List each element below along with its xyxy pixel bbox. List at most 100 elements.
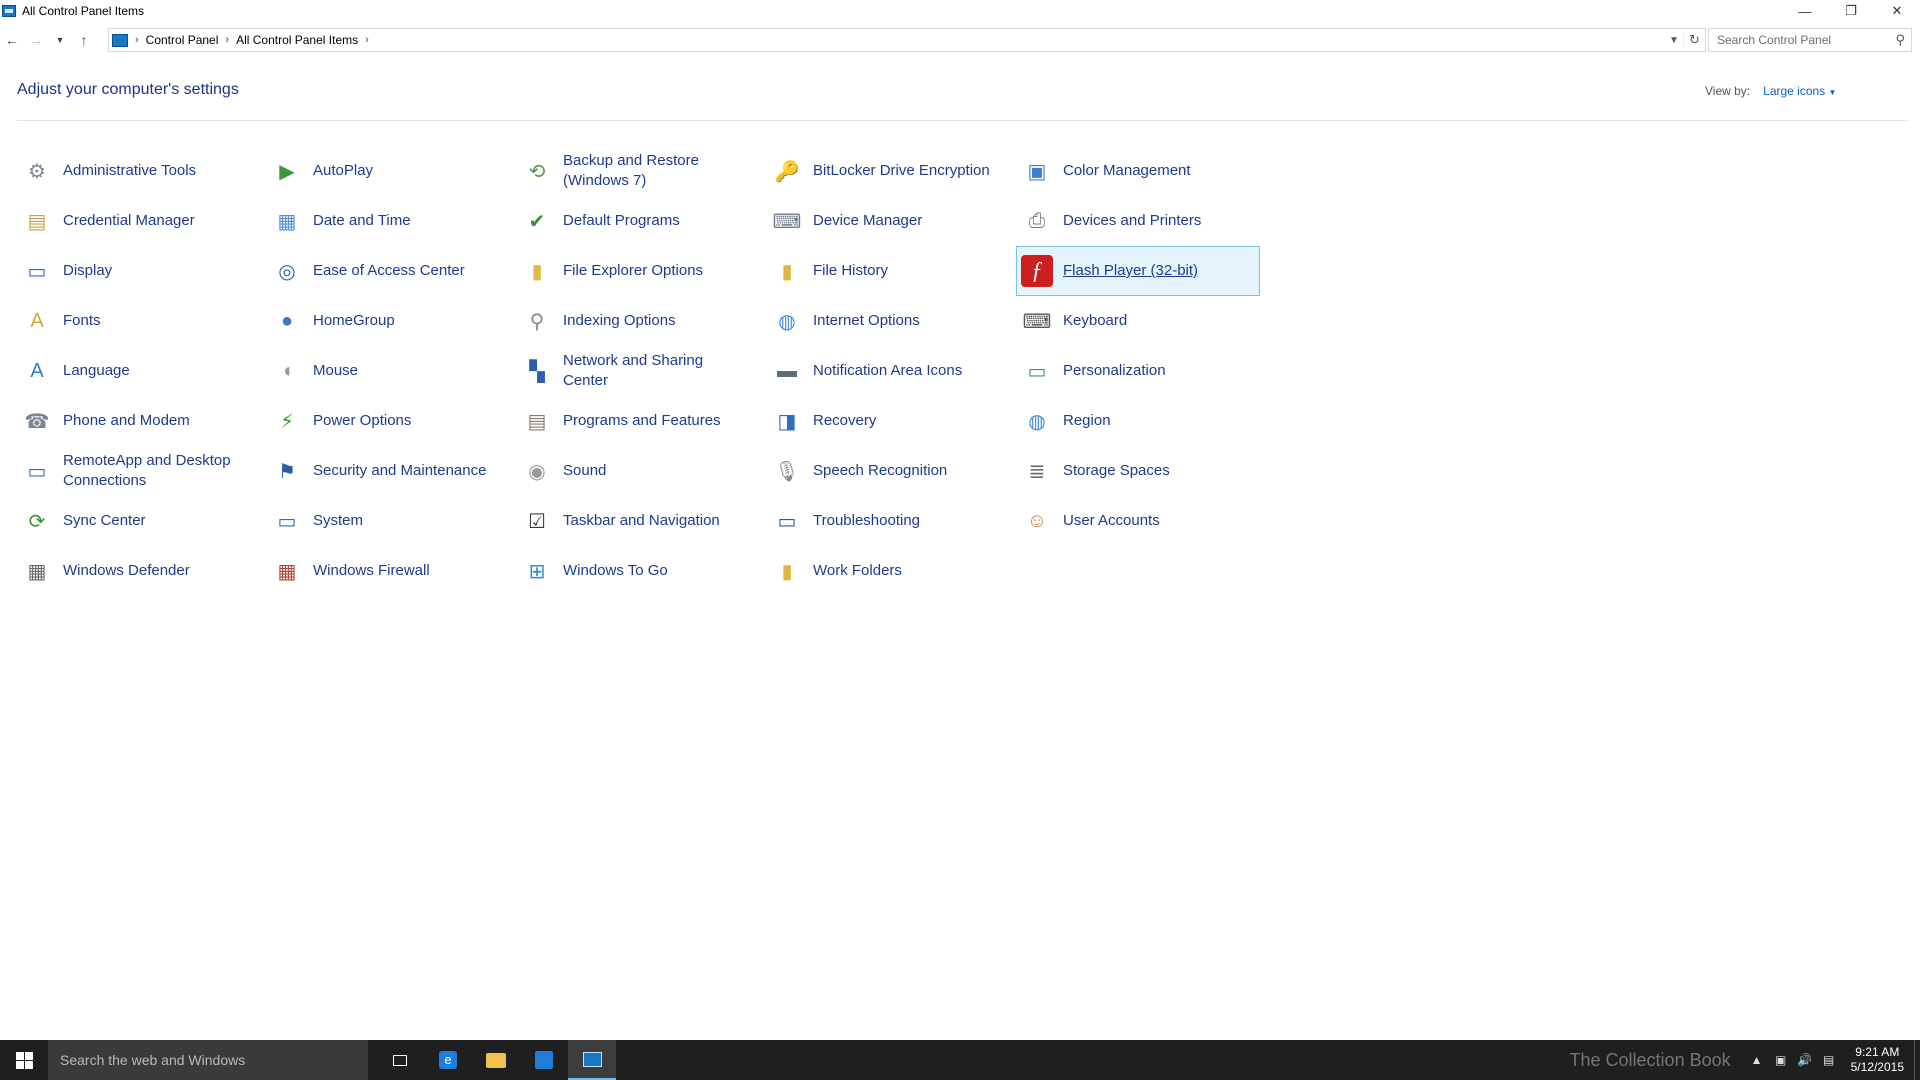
cp-item-windows-to-go[interactable]: ⊞ Windows To Go bbox=[516, 546, 760, 596]
cp-item-language[interactable]: A Language bbox=[16, 346, 260, 396]
cp-item-homegroup[interactable]: ● HomeGroup bbox=[266, 296, 510, 346]
breadcrumb-separator-icon[interactable]: › bbox=[135, 34, 139, 46]
cp-item-notification-area[interactable]: ▬ Notification Area Icons bbox=[766, 346, 1010, 396]
cp-item-autoplay[interactable]: ▶ AutoPlay bbox=[266, 146, 510, 196]
cp-item-default-programs[interactable]: ✔ Default Programs bbox=[516, 196, 760, 246]
minimize-button[interactable]: — bbox=[1782, 0, 1828, 22]
cp-item-label: Indexing Options bbox=[563, 312, 676, 329]
close-button[interactable]: ✕ bbox=[1874, 0, 1920, 22]
address-history-button[interactable]: ▼ bbox=[1665, 35, 1683, 46]
search-icon[interactable]: ⚲ bbox=[1895, 32, 1905, 48]
sync-center-icon: ⟳ bbox=[28, 510, 46, 533]
taskbar-browser-button[interactable]: e bbox=[424, 1040, 472, 1080]
storage-spaces-icon: ≣ bbox=[1028, 460, 1046, 483]
cp-item-device-manager[interactable]: ⌨ Device Manager bbox=[766, 196, 1010, 246]
cp-item-windows-defender[interactable]: ▦ Windows Defender bbox=[16, 546, 260, 596]
backup-restore-icon: ⟲ bbox=[528, 160, 546, 183]
cp-item-region[interactable]: ◍ Region bbox=[1016, 396, 1260, 446]
cp-item-date-time[interactable]: ▦ Date and Time bbox=[266, 196, 510, 246]
refresh-button[interactable]: ↻ bbox=[1683, 32, 1705, 48]
personalization-icon: ▭ bbox=[1027, 360, 1047, 383]
cp-item-windows-firewall[interactable]: ▦ Windows Firewall bbox=[266, 546, 510, 596]
cp-item-indexing-options[interactable]: ⚲ Indexing Options bbox=[516, 296, 760, 346]
back-button[interactable]: ← bbox=[0, 28, 24, 52]
cp-item-file-explorer-options[interactable]: ▮ File Explorer Options bbox=[516, 246, 760, 296]
show-hidden-icons-button[interactable]: ▲ bbox=[1745, 1053, 1769, 1067]
cp-item-system[interactable]: ▭ System bbox=[266, 496, 510, 546]
cp-item-work-folders[interactable]: ▮ Work Folders bbox=[766, 546, 1010, 596]
cp-item-speech-recognition[interactable]: 🎙 Speech Recognition bbox=[766, 446, 1010, 496]
cp-item-bitlocker[interactable]: 🔑 BitLocker Drive Encryption bbox=[766, 146, 1010, 196]
cp-item-sync-center[interactable]: ⟳ Sync Center bbox=[16, 496, 260, 546]
cp-item-recovery[interactable]: ◨ Recovery bbox=[766, 396, 1010, 446]
credential-manager-icon: ▤ bbox=[27, 210, 47, 233]
taskbar-navigation-icon: ☑ bbox=[528, 510, 546, 533]
recovery-icon: ◨ bbox=[777, 410, 797, 433]
cp-item-color-management[interactable]: ▣ Color Management bbox=[1016, 146, 1260, 196]
cp-item-internet-options[interactable]: ◍ Internet Options bbox=[766, 296, 1010, 346]
cp-item-label: Mouse bbox=[313, 362, 359, 379]
cp-item-label: Speech Recognition bbox=[813, 462, 948, 479]
cp-item-phone-modem[interactable]: ☎ Phone and Modem bbox=[16, 396, 260, 446]
cp-item-label: Personalization bbox=[1063, 362, 1166, 379]
view-by-value[interactable]: Large icons bbox=[1763, 84, 1825, 98]
cp-item-devices-printers[interactable]: ⎙ Devices and Printers bbox=[1016, 196, 1260, 246]
control-panel-icon bbox=[2, 5, 16, 17]
cp-item-security-maintenance[interactable]: ⚑ Security and Maintenance bbox=[266, 446, 510, 496]
user-accounts-icon: ☺ bbox=[1026, 509, 1048, 532]
devices-printers-icon: ⎙ bbox=[1029, 209, 1045, 232]
taskbar-file-explorer-button[interactable] bbox=[472, 1040, 520, 1080]
search-input[interactable] bbox=[1717, 33, 1887, 47]
recent-locations-button[interactable]: ▼ bbox=[48, 28, 72, 52]
show-desktop-button[interactable] bbox=[1914, 1040, 1920, 1080]
network-icon[interactable]: ▣ bbox=[1769, 1053, 1793, 1067]
start-button[interactable] bbox=[0, 1040, 48, 1080]
cp-item-user-accounts[interactable]: ☺ User Accounts bbox=[1016, 496, 1260, 546]
taskbar-control-panel-button[interactable] bbox=[568, 1040, 616, 1080]
up-button[interactable]: ↑ bbox=[72, 28, 96, 52]
region-icon: ◍ bbox=[1028, 410, 1046, 433]
cp-item-storage-spaces[interactable]: ≣ Storage Spaces bbox=[1016, 446, 1260, 496]
cp-item-programs-features[interactable]: ▤ Programs and Features bbox=[516, 396, 760, 446]
volume-icon[interactable]: 🔊 bbox=[1793, 1053, 1817, 1067]
clock-time: 9:21 AM bbox=[1855, 1045, 1900, 1059]
cp-item-power-options[interactable]: ⚡ Power Options bbox=[266, 396, 510, 446]
breadcrumb-control-panel[interactable]: Control Panel bbox=[146, 33, 219, 47]
troubleshooting-icon: ▭ bbox=[777, 510, 797, 533]
restore-button[interactable]: ❐ bbox=[1828, 0, 1874, 22]
breadcrumb-separator-icon[interactable]: › bbox=[225, 34, 229, 46]
cp-item-backup-restore[interactable]: ⟲ Backup and Restore (Windows 7) bbox=[516, 146, 760, 196]
cp-item-remoteapp[interactable]: ▭ RemoteApp and Desktop Connections bbox=[16, 446, 260, 496]
date-time-icon: ▦ bbox=[277, 210, 297, 233]
cp-item-fonts[interactable]: A Fonts bbox=[16, 296, 260, 346]
cp-item-administrative-tools[interactable]: ⚙ Administrative Tools bbox=[16, 146, 260, 196]
cp-item-keyboard[interactable]: ⌨ Keyboard bbox=[1016, 296, 1260, 346]
cp-item-troubleshooting[interactable]: ▭ Troubleshooting bbox=[766, 496, 1010, 546]
search-box[interactable]: ⚲ bbox=[1708, 28, 1912, 52]
cp-item-mouse[interactable]: ◖ Mouse bbox=[266, 346, 510, 396]
breadcrumb-separator-icon[interactable]: › bbox=[365, 34, 369, 46]
cp-item-flash-player[interactable]: ƒ Flash Player (32-bit) bbox=[1016, 246, 1260, 296]
security-maintenance-icon: ⚑ bbox=[278, 460, 296, 483]
action-center-icon[interactable]: ▤ bbox=[1817, 1053, 1841, 1067]
task-view-button[interactable] bbox=[376, 1040, 424, 1080]
view-by-dropdown[interactable]: Large icons ▼ bbox=[1763, 84, 1836, 98]
clock[interactable]: 9:21 AM 5/12/2015 bbox=[1851, 1045, 1904, 1075]
taskbar-store-button[interactable] bbox=[520, 1040, 568, 1080]
breadcrumb-all-items[interactable]: All Control Panel Items bbox=[236, 33, 358, 47]
cp-item-display[interactable]: ▭ Display bbox=[16, 246, 260, 296]
cp-item-personalization[interactable]: ▭ Personalization bbox=[1016, 346, 1260, 396]
cp-item-ease-of-access[interactable]: ◎ Ease of Access Center bbox=[266, 246, 510, 296]
cp-item-file-history[interactable]: ▮ File History bbox=[766, 246, 1010, 296]
taskbar-search[interactable]: Search the web and Windows bbox=[48, 1040, 368, 1080]
cp-item-taskbar-navigation[interactable]: ☑ Taskbar and Navigation bbox=[516, 496, 760, 546]
cp-item-network-sharing[interactable]: ▚ Network and Sharing Center bbox=[516, 346, 760, 396]
cp-item-credential-manager[interactable]: ▤ Credential Manager bbox=[16, 196, 260, 246]
administrative-tools-icon: ⚙ bbox=[28, 160, 46, 183]
chevron-down-icon: ▼ bbox=[55, 35, 65, 45]
network-sharing-icon: ▚ bbox=[529, 360, 545, 383]
chevron-down-icon[interactable]: ▼ bbox=[1829, 88, 1837, 97]
cp-item-sound[interactable]: ◉ Sound bbox=[516, 446, 760, 496]
address-bar[interactable]: › Control Panel › All Control Panel Item… bbox=[108, 28, 1706, 52]
forward-button[interactable]: → bbox=[24, 28, 48, 52]
